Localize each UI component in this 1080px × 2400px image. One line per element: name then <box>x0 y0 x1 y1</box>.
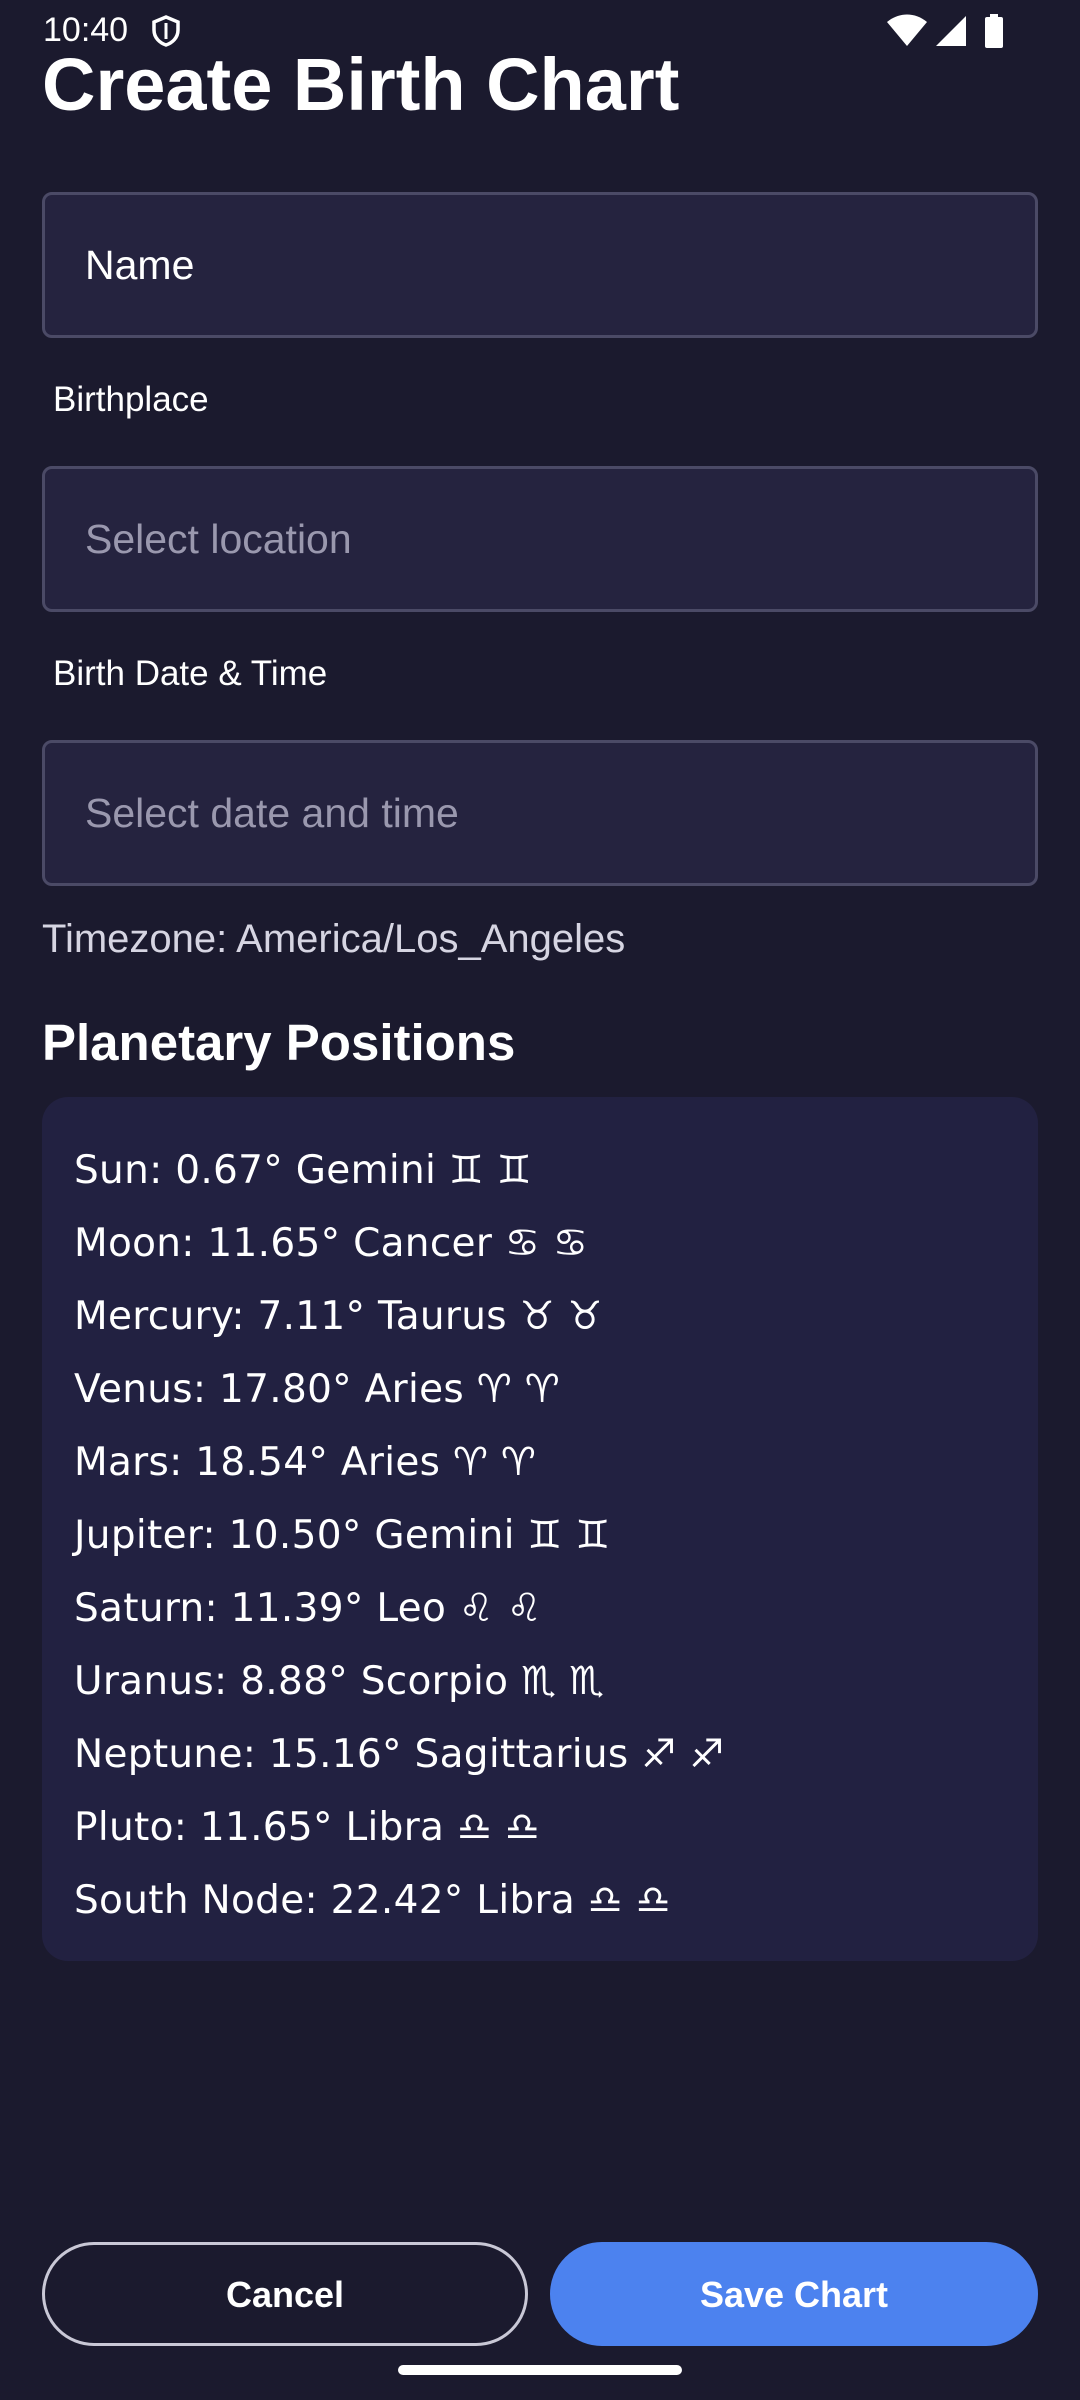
signal-icon <box>936 16 966 46</box>
birth-datetime-field[interactable]: Select date and time <box>42 740 1038 886</box>
battery-icon <box>985 14 1003 48</box>
position-moon: Moon: 11.65° Cancer ♋︎ ♋︎ <box>74 1221 589 1266</box>
cancel-button[interactable]: Cancel <box>42 2242 528 2346</box>
home-indicator[interactable] <box>398 2365 682 2375</box>
position-mars: Mars: 18.54° Aries ♈︎ ♈︎ <box>74 1440 537 1485</box>
position-sun: Sun: 0.67° Gemini ♊︎ ♊︎ <box>74 1148 533 1193</box>
planetary-positions-list: Sun: 0.67° Gemini ♊︎ ♊︎ Moon: 11.65° Can… <box>74 1134 724 1937</box>
timezone-text: Timezone: America/Los_Angeles <box>42 917 626 961</box>
position-neptune: Neptune: 15.16° Sagittarius ♐︎ ♐︎ <box>74 1732 725 1777</box>
save-chart-button[interactable]: Save Chart <box>550 2242 1038 2346</box>
position-saturn: Saturn: 11.39° Leo ♌︎ ♌︎ <box>74 1586 543 1631</box>
planetary-positions-card: Sun: 0.67° Gemini ♊︎ ♊︎ Moon: 11.65° Can… <box>42 1097 1038 1961</box>
birth-datetime-label: Birth Date & Time <box>53 654 328 693</box>
position-venus: Venus: 17.80° Aries ♈︎ ♈︎ <box>74 1367 560 1412</box>
position-mercury: Mercury: 7.11° Taurus ♉︎ ♉︎ <box>74 1294 603 1339</box>
planetary-positions-title: Planetary Positions <box>42 1014 516 1071</box>
wifi-icon <box>887 14 927 46</box>
page-title: Create Birth Chart <box>42 43 680 126</box>
birthplace-label: Birthplace <box>53 380 209 419</box>
birthplace-field[interactable]: Select location <box>42 466 1038 612</box>
name-field[interactable]: Name <box>42 192 1038 338</box>
birth-datetime-placeholder: Select date and time <box>85 790 459 836</box>
position-south-node: South Node: 22.42° Libra ♎︎ ♎︎ <box>74 1878 671 1923</box>
position-jupiter: Jupiter: 10.50° Gemini ♊︎ ♊︎ <box>74 1513 611 1558</box>
position-uranus: Uranus: 8.88° Scorpio ♏︎ ♏︎ <box>74 1659 605 1704</box>
birthplace-placeholder: Select location <box>85 516 352 562</box>
name-field-value: Name <box>85 242 195 288</box>
position-pluto: Pluto: 11.65° Libra ♎︎ ♎︎ <box>74 1805 541 1850</box>
